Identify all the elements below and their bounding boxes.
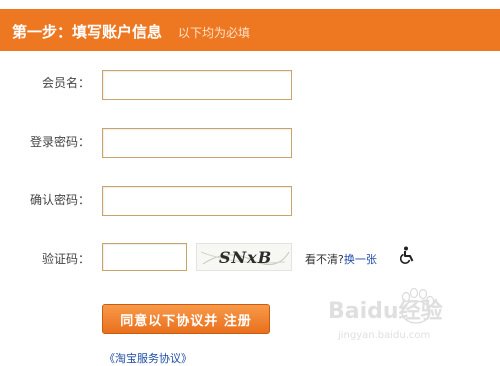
password-input[interactable] [102, 128, 292, 158]
username-input[interactable] [102, 70, 292, 100]
wheelchair-icon[interactable] [399, 246, 416, 268]
captcha-input[interactable] [102, 243, 187, 271]
username-label: 会员名： [41, 76, 90, 90]
cant-see-text: 看不清? [305, 253, 344, 266]
captcha-image[interactable]: SNxB [196, 243, 292, 271]
required-note: 以下均为必填 [178, 26, 251, 40]
agree-and-register-button[interactable]: 同意以下协议并 注册 [102, 304, 270, 334]
watermark-url: jingyan.baidu.com [337, 330, 430, 341]
service-agreement-link[interactable]: 《淘宝服务协议》 [104, 350, 192, 366]
confirm-password-label: 确认密码： [29, 193, 90, 207]
cant-see-hint: 看不清?换一张 [305, 251, 377, 267]
password-label: 登录密码： [29, 135, 90, 149]
watermark-brand: Baidu经验 [328, 298, 443, 324]
baidu-watermark: Baidu经验 jingyan.baidu.com [318, 282, 494, 346]
step-header: 第一步：填写账户信息 以下均为必填 [0, 9, 500, 51]
captcha-label: 验证码： [41, 252, 90, 266]
step-title: 第一步：填写账户信息 [12, 23, 163, 41]
refresh-captcha-link[interactable]: 换一张 [344, 253, 377, 266]
confirm-password-input[interactable] [102, 186, 292, 216]
captcha-text: SNxB [219, 248, 272, 267]
